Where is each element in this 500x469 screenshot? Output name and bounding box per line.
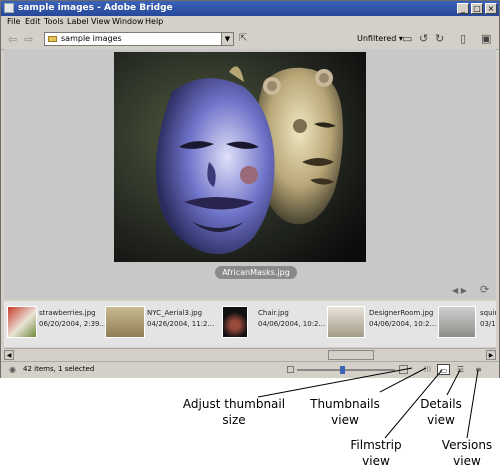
callout-versions-view: Versions view: [441, 438, 493, 468]
callout-line-adjust: [257, 367, 413, 398]
callout-thumbnails-view: Thumbnails view: [310, 397, 380, 427]
callout-adjust-thumbnail-size: Adjust thumbnail size: [182, 397, 286, 427]
callout-line-details: [446, 369, 461, 396]
callout-details-view: Details view: [420, 397, 462, 427]
callout-line-versions: [466, 369, 479, 439]
callout-filmstrip-view: Filmstrip view: [350, 438, 402, 468]
callout-line-thumbnails: [379, 367, 427, 393]
